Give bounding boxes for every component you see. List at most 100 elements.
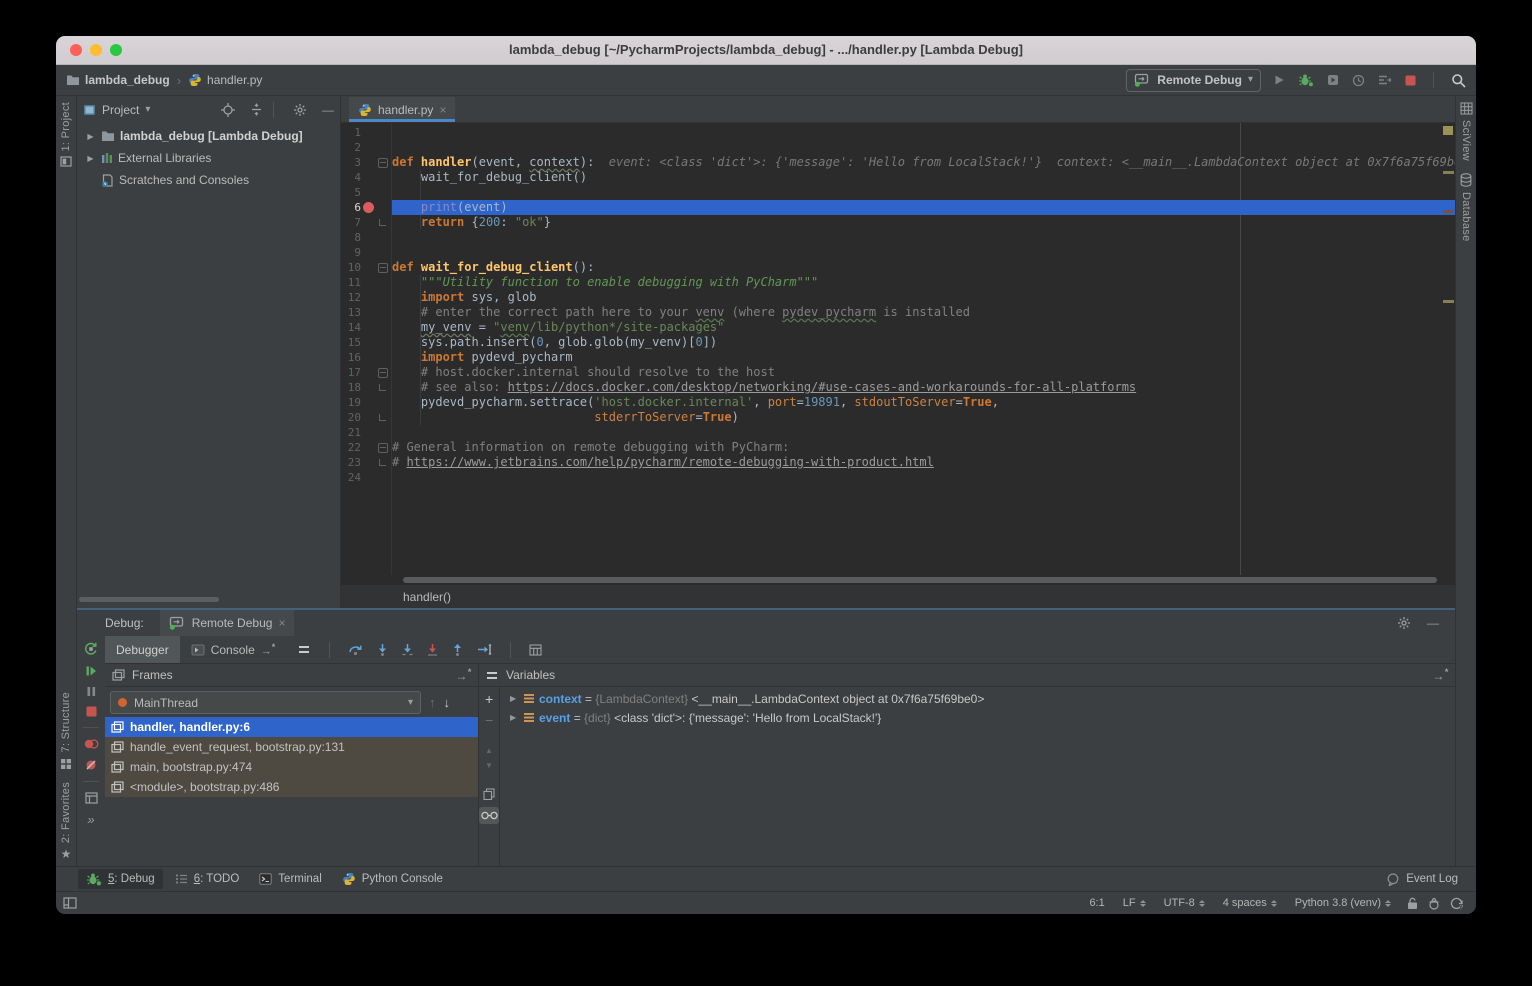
more-options-button[interactable]: » <box>87 813 94 826</box>
gutter-row[interactable]: 16 <box>341 350 391 365</box>
status-item[interactable]: LF <box>1123 897 1146 909</box>
fold-marker[interactable] <box>379 384 386 391</box>
project-tree-item[interactable]: ▶lambda_debug [Lambda Debug] <box>77 125 340 147</box>
restore-layout-button[interactable] <box>85 792 98 804</box>
pause-program-button[interactable] <box>86 686 97 697</box>
tool-stripe-structure[interactable]: 7: Structure <box>60 686 72 775</box>
status-item[interactable]: Python 3.8 (venv) <box>1295 897 1391 909</box>
gutter-row[interactable]: 12 <box>341 290 391 305</box>
step-into-my-code-button[interactable] <box>427 643 438 656</box>
gutter-row[interactable]: 1 <box>341 125 391 140</box>
rerun-debug-button[interactable] <box>84 642 98 656</box>
hide-panel-icon[interactable]: — <box>1427 617 1439 629</box>
show-watches-toggle[interactable] <box>479 807 499 824</box>
tool-stripe-database[interactable]: Database <box>1460 167 1473 248</box>
gutter-row[interactable]: 21 <box>341 425 391 440</box>
mute-breakpoints-button[interactable] <box>85 759 97 771</box>
code-area[interactable]: def handler(event, context): event: <cla… <box>392 123 1455 575</box>
gutter-row[interactable]: 15 <box>341 335 391 350</box>
gutter-row[interactable]: 5 <box>341 185 391 200</box>
code-line[interactable]: # host.docker.internal should resolve to… <box>392 365 1455 380</box>
gear-icon[interactable] <box>1397 616 1411 630</box>
gutter-row[interactable]: 8 <box>341 230 391 245</box>
hide-panel-icon[interactable]: — <box>322 104 334 116</box>
code-line[interactable]: pydevd_pycharm.settrace('host.docker.int… <box>392 395 1455 410</box>
breakpoint-dot[interactable] <box>363 202 374 213</box>
gutter-row[interactable]: 10 <box>341 260 391 275</box>
code-line[interactable]: def wait_for_debug_client(): <box>392 260 1455 275</box>
code-line[interactable] <box>392 470 1455 485</box>
fold-marker[interactable] <box>379 459 386 466</box>
close-icon[interactable]: × <box>439 104 446 116</box>
status-item[interactable]: UTF-8 <box>1164 897 1205 909</box>
expand-icon[interactable]: ▶ <box>85 154 96 163</box>
project-tree-item[interactable]: Scratches and Consoles <box>77 169 340 191</box>
collapse-all-icon[interactable] <box>250 103 263 116</box>
show-execution-point-button[interactable] <box>298 644 311 655</box>
gutter-row[interactable]: 11 <box>341 275 391 290</box>
fold-marker[interactable] <box>379 414 386 421</box>
code-line[interactable]: import sys, glob <box>392 290 1455 305</box>
gutter-row[interactable]: 3 <box>341 155 391 170</box>
gutter-row[interactable]: 9 <box>341 245 391 260</box>
code-line[interactable]: my_venv = "venv/lib/python*/site-package… <box>392 320 1455 335</box>
event-log-button[interactable]: Event Log <box>1378 869 1466 889</box>
code-line[interactable]: return {200: "ok"} <box>392 215 1455 230</box>
lock-icon[interactable] <box>1407 897 1418 910</box>
expand-icon[interactable]: ▶ <box>85 132 96 141</box>
fold-marker[interactable] <box>379 219 386 226</box>
expand-icon[interactable]: ▶ <box>510 713 519 722</box>
code-line[interactable] <box>392 185 1455 200</box>
project-panel-title[interactable]: Project <box>102 103 139 117</box>
tool-stripe-project[interactable]: 1: Project <box>60 96 72 173</box>
run-button[interactable] <box>1273 74 1285 86</box>
inspections-profile-icon[interactable] <box>1428 897 1440 910</box>
code-line[interactable]: # General information on remote debuggin… <box>392 440 1455 455</box>
gutter-row[interactable]: 6 <box>341 200 391 215</box>
toolwindow-button-terminal[interactable]: Terminal <box>251 869 329 889</box>
fold-marker[interactable] <box>378 158 388 168</box>
toolwindow-switcher-icon[interactable] <box>63 897 77 909</box>
fold-marker[interactable] <box>378 263 388 273</box>
editor-breadcrumbs[interactable]: handler() <box>341 585 1455 608</box>
code-line[interactable]: wait_for_debug_client() <box>392 170 1455 185</box>
gutter-row[interactable]: 24 <box>341 470 391 485</box>
code-line[interactable]: # enter the correct path here to your ve… <box>392 305 1455 320</box>
view-breakpoints-button[interactable] <box>84 738 99 750</box>
code-line[interactable] <box>392 425 1455 440</box>
gutter-row[interactable]: 13 <box>341 305 391 320</box>
stack-frame[interactable]: <module>, bootstrap.py:486 <box>105 777 478 797</box>
gutter-row[interactable]: 23 <box>341 455 391 470</box>
code-line[interactable]: print(event) <box>392 200 1455 215</box>
stack-frame[interactable]: handle_event_request, bootstrap.py:131 <box>105 737 478 757</box>
chevron-down-icon[interactable]: ▾ <box>145 105 150 115</box>
debug-tab-debugger[interactable]: Debugger <box>105 636 180 663</box>
profiler-button[interactable] <box>1352 74 1365 87</box>
sync-status-icon[interactable]: ? <box>1450 897 1464 910</box>
gutter-row[interactable]: 22 <box>341 440 391 455</box>
breadcrumb[interactable]: lambda_debug › handler.py <box>66 73 262 88</box>
stack-frame[interactable]: handler, handler.py:6 <box>105 717 478 737</box>
concurrency-diagram-button[interactable] <box>1378 74 1392 86</box>
locate-file-icon[interactable] <box>221 103 235 117</box>
stop-process-button[interactable] <box>86 706 97 717</box>
toolwindow-button-debug[interactable]: 5: Debug <box>78 869 163 889</box>
tool-stripe-favorites[interactable]: 2: Favorites★ <box>60 776 72 866</box>
gutter-row[interactable]: 19 <box>341 395 391 410</box>
variable-row[interactable]: ▶context = {LambdaContext} <__main__.Lam… <box>500 689 1455 708</box>
code-line[interactable]: def handler(event, context): event: <cla… <box>392 155 1455 170</box>
code-line[interactable]: # see also: https://docs.docker.com/desk… <box>392 380 1455 395</box>
step-over-button[interactable] <box>348 643 363 656</box>
close-icon[interactable]: × <box>278 617 285 629</box>
run-to-cursor-button[interactable] <box>477 643 492 656</box>
gutter-row[interactable]: 17 <box>341 365 391 380</box>
error-stripe[interactable] <box>1441 123 1455 575</box>
code-line[interactable] <box>392 230 1455 245</box>
step-into-button[interactable] <box>377 643 388 656</box>
gutter-row[interactable]: 14 <box>341 320 391 335</box>
gutter-row[interactable]: 18 <box>341 380 391 395</box>
status-item[interactable]: 6:1 <box>1089 897 1104 909</box>
editor-horizontal-scrollbar[interactable] <box>341 575 1455 585</box>
code-line[interactable] <box>392 245 1455 260</box>
tool-stripe-sciview[interactable]: SciView <box>1460 96 1473 167</box>
